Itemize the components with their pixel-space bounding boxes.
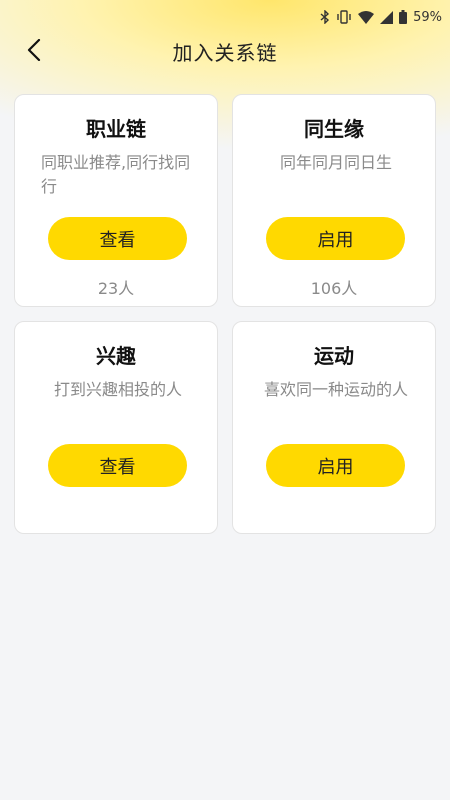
back-arrow-icon (27, 39, 41, 61)
card-title: 兴趣 (96, 344, 136, 368)
card-same-birthday: 同生缘 同年同月同日生 启用 106人 (232, 94, 436, 307)
enable-button[interactable]: 启用 (266, 217, 405, 260)
card-title: 运动 (314, 344, 354, 368)
page-title: 加入关系链 (172, 40, 278, 65)
card-title: 职业链 (86, 117, 146, 141)
card-sports: 运动 喜欢同一种运动的人 启用 (232, 321, 436, 534)
bluetooth-icon (320, 10, 330, 24)
enable-button[interactable]: 启用 (266, 444, 405, 487)
vibrate-icon (336, 10, 352, 24)
member-count: 23人 (97, 279, 135, 298)
card-description: 打到兴趣相投的人 (53, 380, 182, 399)
card-career: 职业链 同职业推荐,同行找同行 查看 23人 (14, 94, 218, 307)
wifi-icon (358, 10, 375, 24)
card-description: 同职业推荐,同行找同行 (41, 153, 191, 196)
status-bar: 59% (0, 0, 450, 34)
back-button[interactable] (18, 34, 50, 66)
header: 加入关系链 (0, 30, 450, 72)
card-interest: 兴趣 打到兴趣相投的人 查看 (14, 321, 218, 534)
signal-icon (380, 10, 394, 24)
card-description: 同年同月同日生 (279, 153, 392, 172)
relation-chain-grid: 职业链 同职业推荐,同行找同行 查看 23人 同生缘 同年同月同日生 启用 10… (14, 94, 436, 534)
card-title: 同生缘 (304, 117, 364, 141)
card-description: 喜欢同一种运动的人 (263, 380, 408, 399)
view-button[interactable]: 查看 (48, 217, 187, 260)
view-button[interactable]: 查看 (48, 444, 187, 487)
member-count: 106人 (310, 279, 358, 298)
battery-icon (399, 10, 408, 24)
battery-percent: 59% (413, 9, 442, 25)
